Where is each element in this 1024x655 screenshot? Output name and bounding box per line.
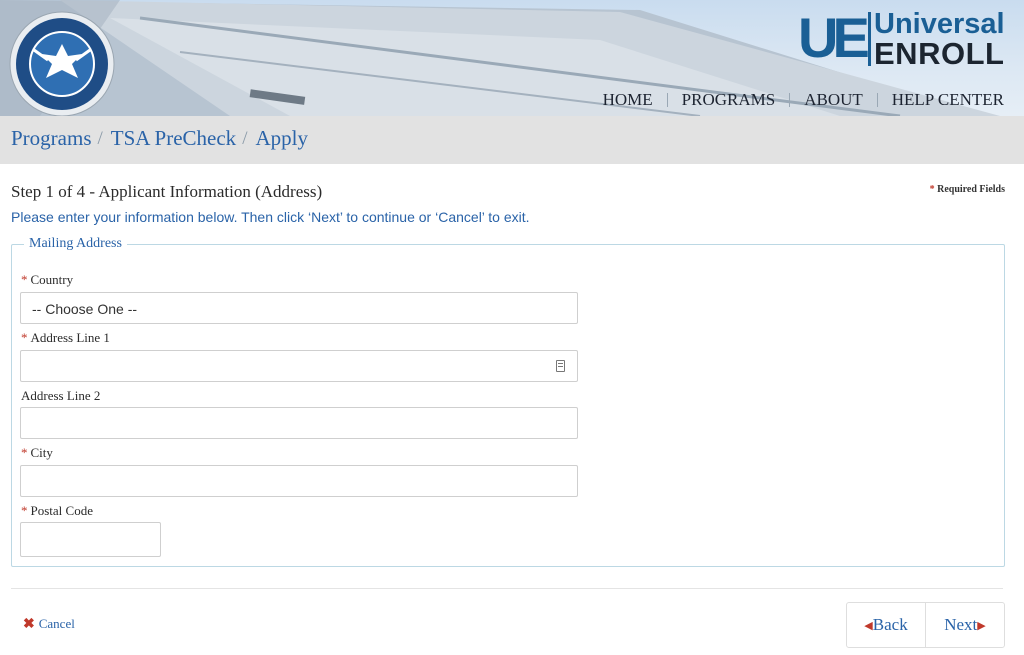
breadcrumb-separator: / <box>242 127 248 149</box>
next-label: Next <box>944 615 978 634</box>
footer-divider <box>11 588 1003 589</box>
tsa-seal-logo <box>9 11 115 116</box>
required-star: * <box>929 184 935 195</box>
breadcrumb-programs[interactable]: Programs <box>11 126 92 151</box>
required-fields-note: * Required Fields <box>930 184 1005 195</box>
postal-code-label: * Postal Code <box>21 503 93 519</box>
breadcrumb-separator: / <box>97 127 103 149</box>
top-navigation: HOME PROGRAMS ABOUT HELP CENTER <box>603 90 1004 110</box>
logo-mark: UE <box>798 6 870 69</box>
close-icon: ✖ <box>23 615 35 631</box>
city-input[interactable] <box>20 465 578 497</box>
nav-separator <box>876 93 878 107</box>
address1-label-text: Address Line 1 <box>30 330 110 345</box>
postal-code-label-text: Postal Code <box>30 503 93 518</box>
back-label: Back <box>872 615 908 634</box>
nav-separator <box>789 93 791 107</box>
caret-left-icon: ◀ <box>864 619 873 632</box>
step-title: Step 1 of 4 - Applicant Information (Add… <box>11 182 323 201</box>
cancel-label: Cancel <box>38 615 75 631</box>
required-fields-text: Required Fields <box>937 184 1005 195</box>
fieldset-legend: Mailing Address <box>24 236 127 252</box>
nav-programs[interactable]: PROGRAMS <box>682 90 776 110</box>
address2-label-text: Address Line 2 <box>21 388 101 403</box>
back-button[interactable]: ◀ Back <box>847 603 926 647</box>
country-select[interactable]: -- Choose One -- <box>20 292 578 324</box>
nav-home[interactable]: HOME <box>603 90 653 110</box>
logo-line2: ENROLL <box>874 36 1005 71</box>
form-instructions: Please enter your information below. The… <box>11 209 530 225</box>
city-label-text: City <box>30 445 53 460</box>
address1-label: * Address Line 1 <box>21 330 110 346</box>
site-header: UE Universal ENROLL HOME PROGRAMS ABOUT … <box>0 0 1024 116</box>
postal-code-input[interactable] <box>20 522 161 557</box>
required-star: * <box>21 330 28 345</box>
breadcrumb-tsa-precheck[interactable]: TSA PreCheck <box>111 126 236 151</box>
universal-enroll-logo[interactable]: UE Universal ENROLL <box>798 6 1005 71</box>
cancel-button[interactable]: ✖ Cancel <box>23 615 75 632</box>
address-line2-input[interactable] <box>20 407 578 439</box>
breadcrumb-apply[interactable]: Apply <box>255 126 308 151</box>
country-label: * Country <box>21 272 73 288</box>
required-star: * <box>21 272 28 287</box>
country-select-value: -- Choose One -- <box>32 301 138 317</box>
logo-divider <box>868 12 871 66</box>
required-star: * <box>21 445 28 460</box>
nav-about[interactable]: ABOUT <box>804 90 863 110</box>
address2-label: Address Line 2 <box>21 388 100 404</box>
address-line1-input[interactable] <box>20 350 578 382</box>
breadcrumb: Programs / TSA PreCheck / Apply <box>11 126 308 151</box>
city-label: * City <box>21 445 53 461</box>
nav-help-center[interactable]: HELP CENTER <box>892 90 1004 110</box>
autofill-contact-icon[interactable] <box>556 360 565 372</box>
required-star: * <box>21 503 28 518</box>
nav-separator <box>666 93 668 107</box>
navigation-button-group: ◀ Back Next ▶ <box>846 602 1005 648</box>
next-button[interactable]: Next ▶ <box>926 603 1004 647</box>
caret-right-icon: ▶ <box>977 619 986 632</box>
country-label-text: Country <box>30 272 74 287</box>
